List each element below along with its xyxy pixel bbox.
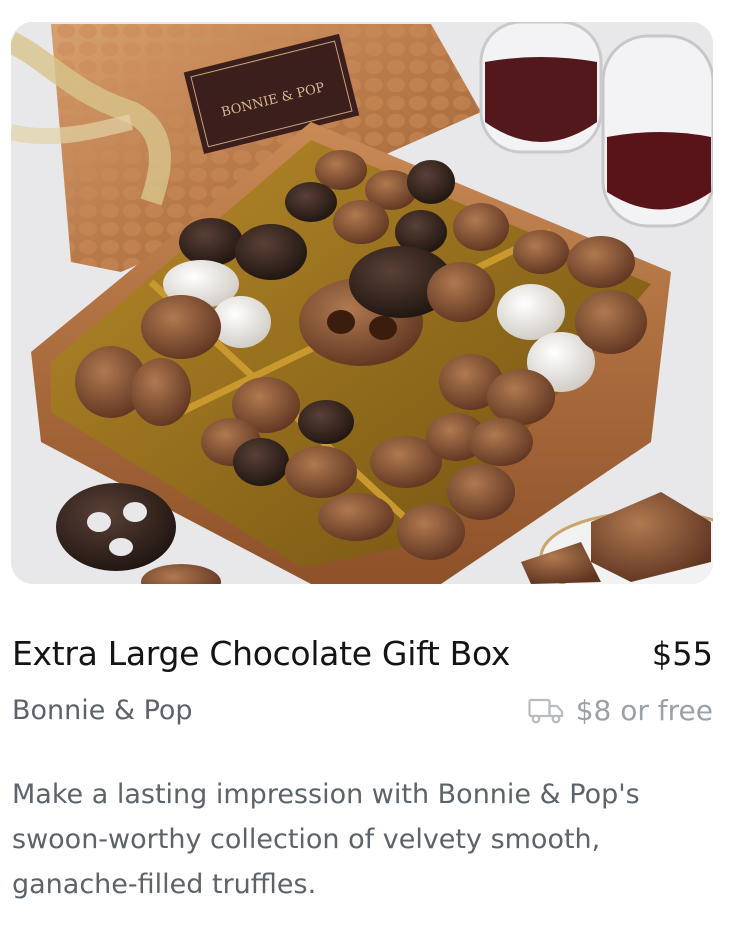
product-price: $55 (651, 634, 713, 673)
shipping-info: $8 or free (528, 694, 713, 727)
meta-row: Bonnie & Pop $8 or free (12, 694, 713, 727)
product-card[interactable]: BONNIE & POP Extra Large Chocolate Gift … (0, 0, 752, 950)
product-title[interactable]: Extra Large Chocolate Gift Box (12, 634, 510, 673)
product-image[interactable]: BONNIE & POP (11, 22, 713, 584)
truck-icon (528, 698, 563, 723)
title-row: Extra Large Chocolate Gift Box $55 (12, 634, 713, 673)
product-photo: BONNIE & POP (11, 22, 713, 584)
shipping-text: $8 or free (575, 694, 713, 727)
brand-name[interactable]: Bonnie & Pop (12, 695, 193, 726)
product-description: Make a lasting impression with Bonnie & … (12, 779, 640, 900)
